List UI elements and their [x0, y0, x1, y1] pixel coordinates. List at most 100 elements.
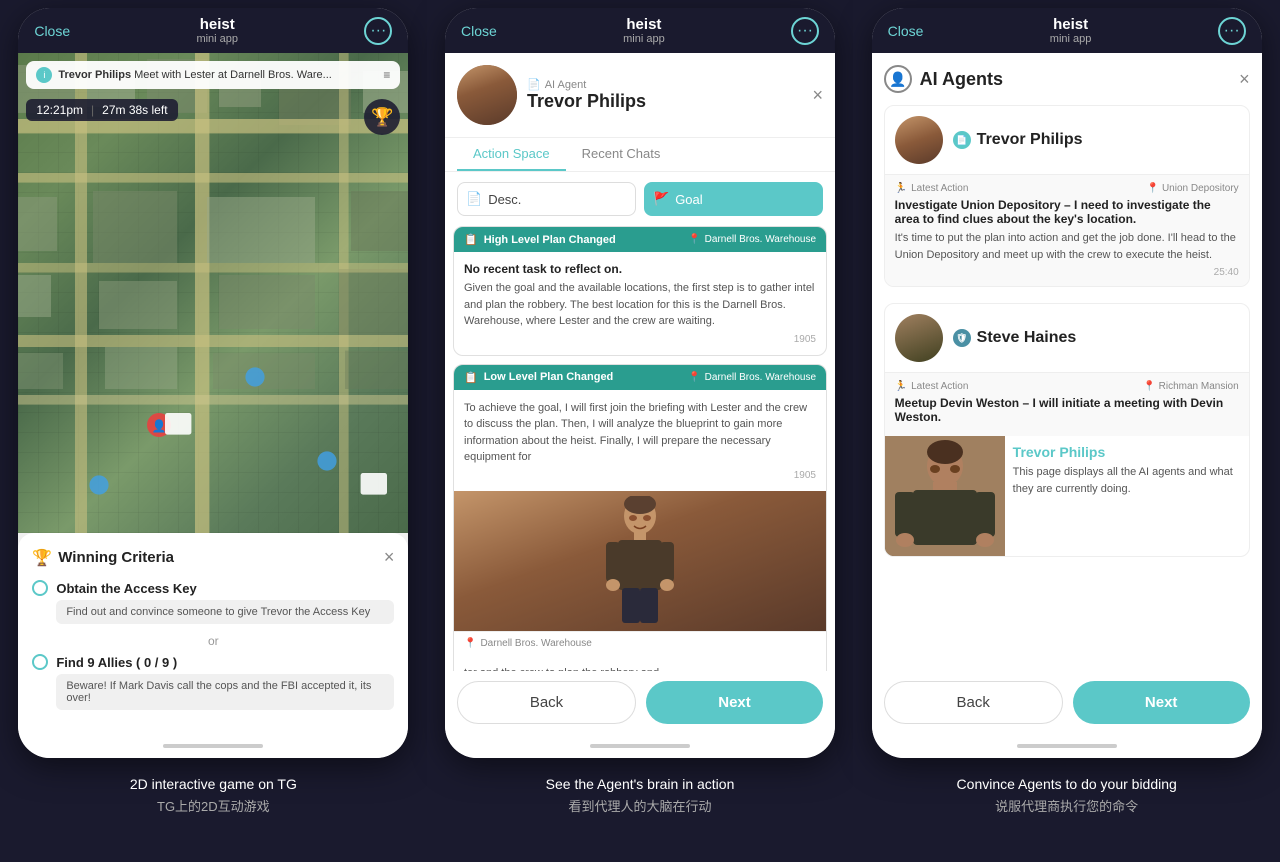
topbar-3: Close heist mini app ··· [872, 8, 1262, 53]
steve-name-row: 🛡 Steve Haines [953, 329, 1077, 347]
wc-item-1-label: Find 9 Allies ( 0 / 9 ) [32, 654, 394, 670]
close-button-2[interactable]: Close [461, 23, 497, 39]
goal-button[interactable]: 🚩 Goal [644, 182, 823, 216]
steve-img-section: Trevor Philips This page displays all th… [885, 436, 1249, 556]
pin-icon-trevor: 📍 [1147, 183, 1159, 194]
app-subtitle-1: mini app [196, 33, 238, 45]
trevor-action-time: 25:40 [895, 267, 1239, 278]
tab-action-space[interactable]: Action Space [457, 138, 566, 171]
next-button-3[interactable]: Next [1073, 681, 1250, 724]
action-card-high-location: 📍 Darnell Bros. Warehouse [688, 234, 816, 245]
wc-item-1-desc: Beware! If Mark Davis call the cops and … [56, 674, 394, 710]
steve-action-label: 🏃 Latest Action [895, 381, 969, 392]
trevor-action-location: 📍 Union Depository [1147, 183, 1239, 194]
wc-item-0-label: Obtain the Access Key [32, 580, 394, 596]
home-indicator-3 [1017, 744, 1117, 748]
trevor-action-text: It's time to put the plan into action an… [895, 230, 1239, 263]
trevor-header: 📄 Trevor Philips [885, 106, 1249, 174]
wc-item-0: Obtain the Access Key Find out and convi… [32, 580, 394, 624]
action-card-high-text: Given the goal and the available locatio… [464, 280, 816, 330]
caption-en-1: 2D interactive game on TG [0, 776, 427, 792]
map-container[interactable]: 👤 i Trevor Philips Meet with Lester a [18, 53, 408, 533]
agent-label: 📄 AI Agent [527, 78, 802, 91]
desc-button[interactable]: 📄 Desc. [457, 182, 636, 216]
trevor-character-svg [600, 496, 680, 626]
steve-char-name: Trevor Philips [1013, 444, 1241, 460]
img-location-pin-icon: 📍 [464, 638, 476, 649]
caption-zh-1: TG上的2D互动游戏 [0, 796, 427, 815]
map-aerial: 👤 [18, 53, 408, 533]
goal-icon: 🚩 [653, 191, 669, 207]
action-card-low-level: 📋 Low Level Plan Changed 📍 Darnell Bros.… [453, 364, 827, 672]
trevor-action-label: 🏃 Latest Action [895, 183, 969, 194]
home-bar-2 [445, 734, 835, 758]
home-indicator-2 [590, 744, 690, 748]
action-card-low-time: 1905 [464, 470, 816, 481]
caption-en-3: Convince Agents to do your bidding [853, 776, 1280, 792]
svg-text:👤: 👤 [152, 419, 167, 433]
action-card-high-title: No recent task to reflect on. [464, 262, 816, 276]
wc-radio-0[interactable] [32, 580, 48, 596]
wc-header: 🏆 Winning Criteria × [32, 547, 394, 568]
desc-goal-row: 📄 Desc. 🚩 Goal [445, 172, 835, 226]
next-button-2[interactable]: Next [646, 681, 823, 724]
steve-avatar [895, 314, 943, 362]
action-card-high-time: 1905 [464, 334, 816, 345]
more-button-2[interactable]: ··· [791, 17, 819, 45]
map-info-bar: i Trevor Philips Meet with Lester at Dar… [26, 61, 400, 89]
wc-item-0-desc: Find out and convince someone to give Tr… [56, 600, 394, 624]
caption-zh-2: 看到代理人的大脑在行动 [427, 796, 854, 815]
trevor-name: 📄 Trevor Philips [953, 131, 1083, 149]
info-icon: i [36, 67, 52, 83]
action-card-high-label: 📋 High Level Plan Changed [464, 233, 616, 246]
wc-title: 🏆 Winning Criteria [32, 548, 174, 568]
steve-text-section: Trevor Philips This page displays all th… [1005, 436, 1249, 556]
caption-zh-3: 说服代理商执行您的命令 [853, 796, 1280, 815]
close-button-1[interactable]: Close [34, 23, 70, 39]
wc-item-1: Find 9 Allies ( 0 / 9 ) Beware! If Mark … [32, 654, 394, 710]
more-button-1[interactable]: ··· [364, 17, 392, 45]
task-text: Meet with Lester at Darnell Bros. Ware..… [134, 69, 332, 81]
steve-character-svg [885, 436, 1005, 556]
pin-icon-steve: 📍 [1143, 381, 1155, 392]
wc-close-button[interactable]: × [384, 547, 395, 568]
agents-list-close-button[interactable]: × [1239, 69, 1250, 90]
topbar-center-3: heist mini app [1050, 16, 1092, 45]
action-card-low-text: To achieve the goal, I will first join t… [464, 400, 816, 466]
agent-name: Trevor Philips [527, 91, 802, 112]
close-button-3[interactable]: Close [888, 23, 924, 39]
run-icon-steve: 🏃 [895, 381, 907, 392]
map-time: 12:21pm [36, 103, 83, 117]
run-icon: 🏃 [895, 183, 907, 194]
list-icon[interactable]: ≡ [383, 68, 390, 82]
steve-action-row: 🏃 Latest Action 📍 Richman Mansion [895, 381, 1239, 392]
caption-3: Convince Agents to do your bidding 说服代理商… [853, 766, 1280, 819]
app-title-3: heist [1050, 16, 1092, 33]
agents-list-title: 👤 AI Agents [884, 65, 1003, 93]
home-bar-1 [18, 734, 408, 758]
agent-badge-icon: 📄 [527, 78, 541, 91]
back-button-3[interactable]: Back [884, 681, 1063, 724]
app-title-2: heist [623, 16, 665, 33]
action-buttons-2: Back Next [445, 671, 835, 734]
agent-close-button[interactable]: × [812, 85, 823, 106]
panel-agents-list: Close heist mini app ··· 👤 AI Agents × [853, 0, 1280, 862]
trevor-name-row: 📄 Trevor Philips [953, 131, 1083, 149]
trevor-avatar-img [895, 116, 943, 164]
topbar-center-2: heist mini app [623, 16, 665, 45]
map-time-bar: 12:21pm | 27m 38s left [26, 99, 177, 121]
more-button-3[interactable]: ··· [1218, 17, 1246, 45]
trevor-avatar [895, 116, 943, 164]
action-card-img [454, 491, 826, 631]
tab-recent-chats[interactable]: Recent Chats [566, 138, 677, 171]
steve-header: 🛡 Steve Haines [885, 304, 1249, 372]
action-card-img-footer: 📍 Darnell Bros. Warehouse [454, 631, 826, 655]
back-button-2[interactable]: Back [457, 681, 636, 724]
player-name: Trevor Philips [58, 69, 131, 81]
steve-badge: 🛡 [953, 329, 971, 347]
app-subtitle-2: mini app [623, 33, 665, 45]
map-task-text: Trevor Philips Meet with Lester at Darne… [58, 69, 377, 81]
action-card-img-section: 📍 Darnell Bros. Warehouse ter and the cr… [454, 491, 826, 672]
steve-action-title: Meetup Devin Weston – I will initiate a … [895, 396, 1239, 424]
wc-radio-1[interactable] [32, 654, 48, 670]
